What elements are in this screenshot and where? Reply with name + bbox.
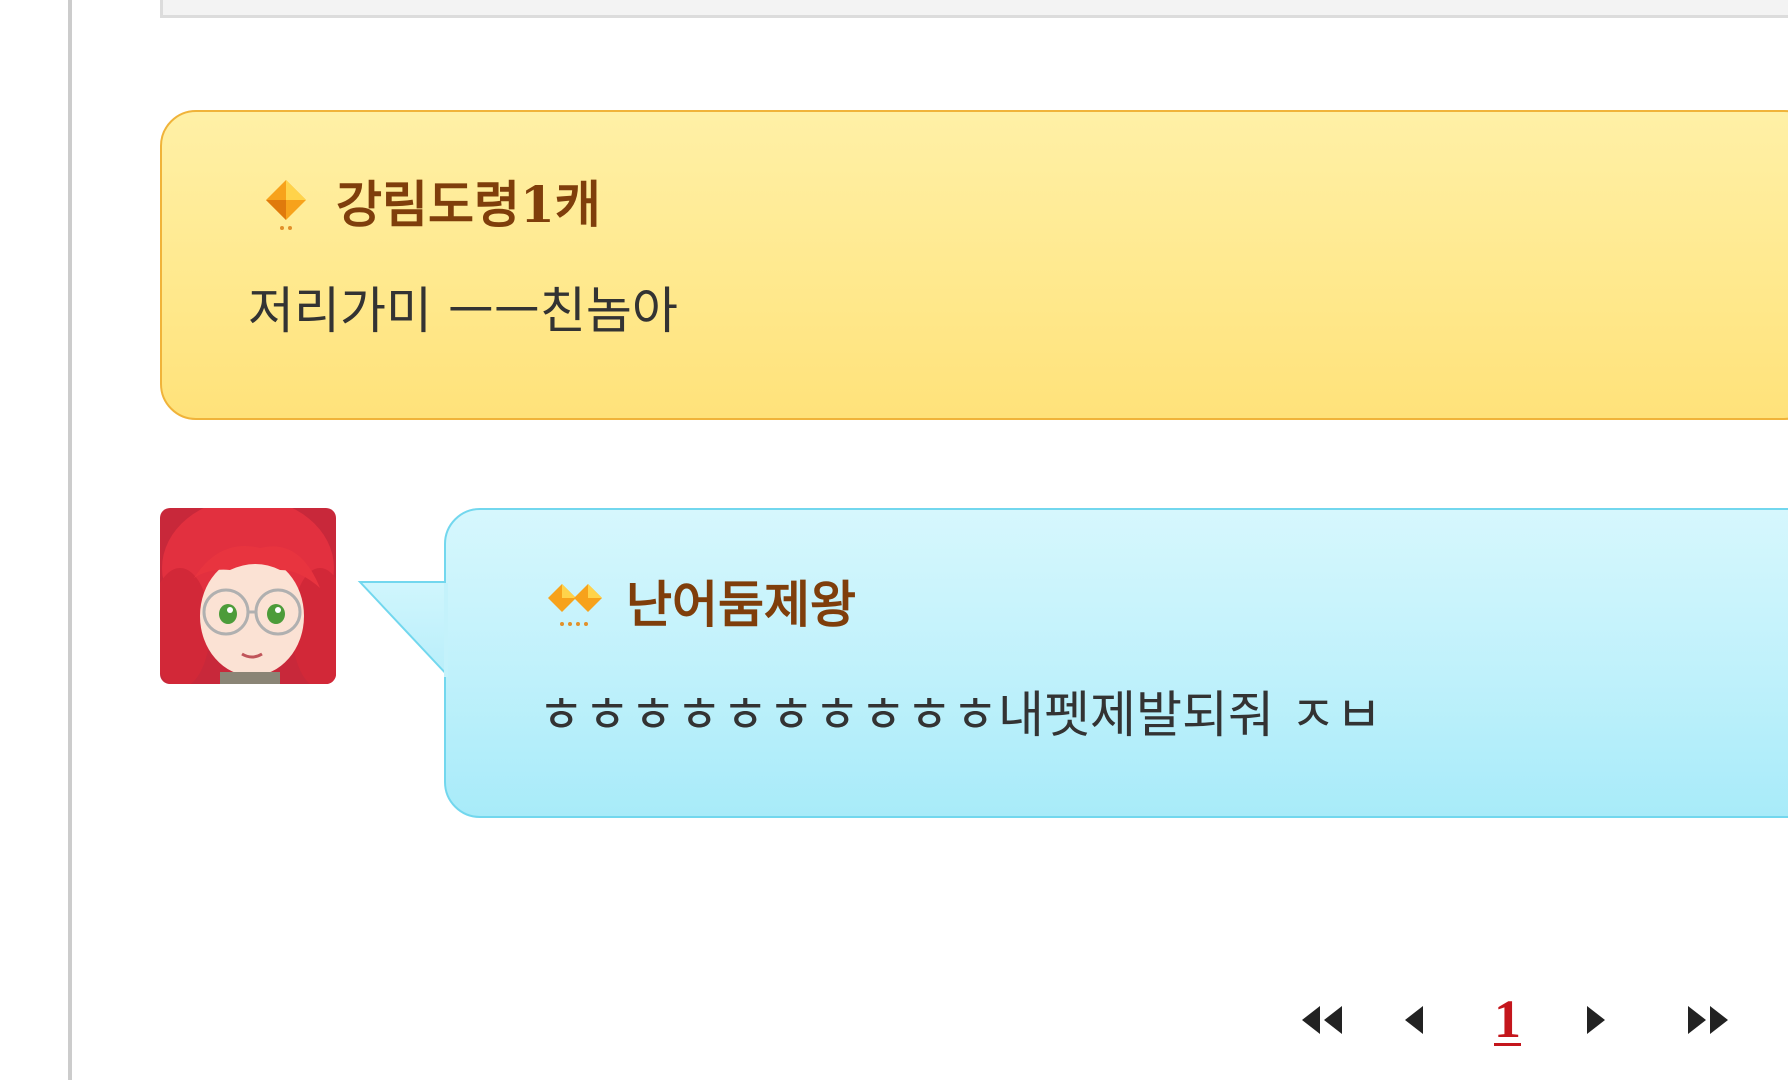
double-left-arrow-icon — [1302, 1006, 1342, 1034]
user-avatar[interactable] — [160, 508, 336, 684]
comment-1-username[interactable]: 강림도령1캐 — [336, 180, 601, 230]
diamond-badge-icon — [266, 180, 306, 230]
red-haired-glasses-girl-avatar — [160, 508, 336, 684]
next-page-button[interactable] — [1580, 990, 1610, 1050]
prev-page-button[interactable] — [1400, 990, 1430, 1050]
double-right-arrow-icon — [1688, 1006, 1728, 1034]
comment-1-message: 저리가미 ㅡㅡ친놈아 — [248, 282, 678, 340]
comment-1-header: 강림도령1캐 — [262, 178, 601, 232]
current-page-link[interactable]: 1 — [1494, 992, 1521, 1046]
double-diamond-badge-icon — [548, 584, 602, 626]
right-arrow-icon — [1587, 1006, 1605, 1034]
left-arrow-icon — [1405, 1006, 1423, 1034]
last-page-button[interactable] — [1682, 990, 1734, 1050]
comment-bubble-2 — [444, 508, 1788, 818]
tail-joint — [444, 583, 448, 677]
left-border-rule — [68, 0, 72, 1080]
comment-bubble-1 — [160, 110, 1788, 420]
comment-2-header: 난어둠제왕 — [546, 578, 856, 632]
comment-input-box-edge — [160, 0, 1788, 18]
comment-2-message: ㅎㅎㅎㅎㅎㅎㅎㅎㅎㅎ내펫제발되줘 ㅈㅂ — [538, 686, 1382, 744]
first-page-button[interactable] — [1296, 990, 1348, 1050]
comment-2-username[interactable]: 난어둠제왕 — [626, 580, 856, 630]
